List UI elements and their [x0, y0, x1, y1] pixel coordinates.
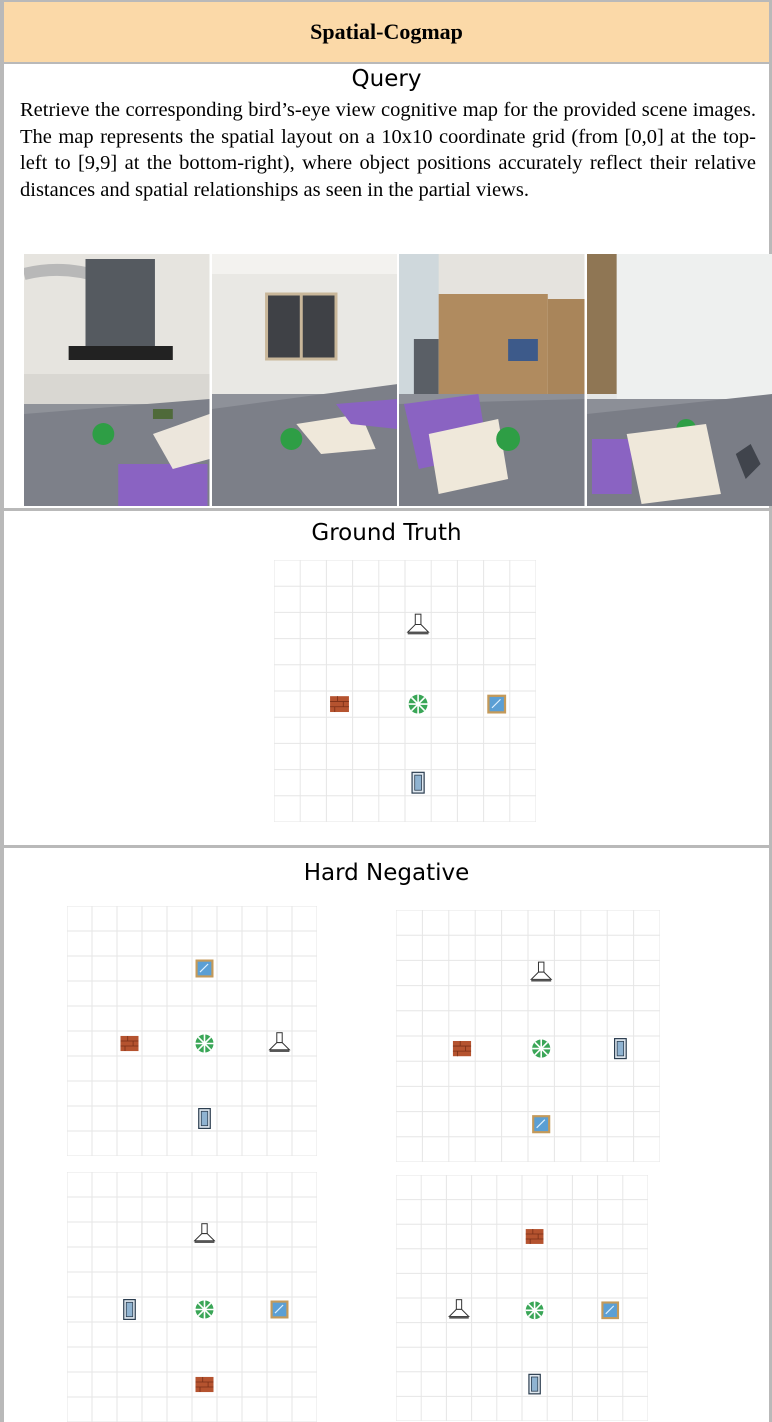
ball-icon	[195, 1034, 214, 1053]
ball-icon	[195, 1300, 214, 1319]
query-title: Query	[351, 66, 422, 92]
hard-negative-map-4	[396, 1175, 648, 1421]
window-icon	[532, 1115, 551, 1134]
divider	[4, 508, 769, 511]
ball-icon	[525, 1301, 544, 1320]
brick-icon	[525, 1229, 544, 1244]
brick-icon	[330, 696, 349, 713]
hard-negative-map-2	[396, 910, 660, 1162]
hard-negative-title: Hard Negative	[303, 860, 470, 886]
door-icon	[198, 1108, 211, 1129]
brick-icon	[120, 1035, 139, 1052]
brick-icon	[195, 1376, 214, 1393]
photo-view-1	[24, 254, 212, 506]
divider	[4, 845, 769, 848]
range-hood-icon	[530, 961, 553, 982]
range-hood-icon	[268, 1032, 291, 1052]
hard-negative-map-1	[67, 906, 317, 1156]
hard-negative-map-3	[67, 1172, 317, 1422]
ball-icon	[532, 1039, 551, 1058]
scene-photos	[24, 254, 772, 506]
ground-truth-title: Ground Truth	[311, 520, 462, 546]
figure-title-text: Spatial-Cogmap	[310, 19, 463, 44]
range-hood-icon	[193, 1223, 216, 1243]
figure-title: Spatial-Cogmap	[4, 2, 769, 64]
range-hood-icon	[406, 613, 430, 635]
query-text: Retrieve the corresponding bird’s-eye vi…	[20, 99, 756, 201]
door-icon	[613, 1038, 627, 1060]
door-icon	[411, 771, 425, 794]
window-icon	[195, 959, 214, 978]
brick-icon	[452, 1040, 472, 1057]
photo-view-2	[211, 254, 399, 506]
door-icon	[123, 1299, 136, 1320]
range-hood-icon	[448, 1299, 470, 1319]
window-icon	[270, 1300, 289, 1319]
ground-truth-map	[274, 560, 536, 822]
window-icon	[487, 694, 507, 714]
door-icon	[528, 1373, 541, 1395]
photo-view-3	[399, 254, 587, 506]
photo-view-4	[586, 254, 772, 506]
ball-icon	[408, 694, 428, 714]
window-icon	[601, 1301, 620, 1320]
